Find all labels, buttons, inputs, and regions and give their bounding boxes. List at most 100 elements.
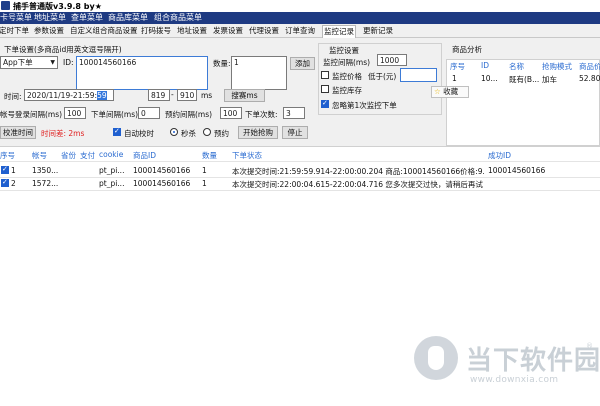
- table-cell-qty: 1: [202, 179, 207, 188]
- ms-from-input[interactable]: 819: [148, 89, 170, 101]
- grid-header-product-id[interactable]: 商品ID: [133, 150, 156, 161]
- table-cell-product-id: 100014560166: [133, 179, 191, 188]
- tab-scheduled-order[interactable]: 定时下单: [0, 25, 30, 38]
- monitor-stock-checkbox[interactable]: [321, 85, 329, 93]
- grid-header-qty[interactable]: 数量: [202, 150, 217, 161]
- ms-range-separator: -: [171, 90, 174, 99]
- tab-order-query[interactable]: 订单查询: [284, 25, 316, 38]
- start-purchase-button[interactable]: 开始抢购: [238, 126, 278, 139]
- stop-button[interactable]: 停止: [282, 126, 308, 139]
- reserve-interval-label: 预约间隔(ms): [165, 110, 213, 119]
- analysis-header-price[interactable]: 商品价: [579, 61, 600, 72]
- analysis-header-name[interactable]: 名称: [509, 61, 524, 72]
- monitor-interval-label: 监控间隔(ms): [323, 58, 371, 67]
- below-price-input[interactable]: [400, 68, 437, 82]
- auto-calibrate-checkbox[interactable]: [113, 127, 121, 136]
- ms-to-input[interactable]: 910: [177, 89, 197, 101]
- chevron-down-icon: ▼: [50, 59, 55, 66]
- tab-custom-combo[interactable]: 自定义组合商品设置: [69, 25, 139, 38]
- grid-header-success-id[interactable]: 成功ID: [488, 150, 511, 161]
- order-group-title: 下单设置(多商品id用英文逗号隔开): [4, 45, 122, 54]
- monitor-stock-label: 监控库存: [332, 86, 362, 95]
- grid-header-payment[interactable]: 支付: [80, 150, 95, 161]
- quantity-input[interactable]: 1: [231, 56, 287, 90]
- star-icon: ☆: [434, 87, 441, 96]
- menu-bar: 卡号菜单 地址菜单 查单菜单 商品库菜单 组合商品菜单: [0, 12, 600, 24]
- seckill-radio[interactable]: [170, 128, 178, 136]
- row-checkbox[interactable]: [1, 165, 9, 174]
- favorite-tooltip[interactable]: ☆ 收藏: [431, 86, 469, 98]
- analysis-cell: 52.80: [579, 74, 600, 83]
- analysis-header-index[interactable]: 序号: [450, 61, 465, 72]
- id-label: ID:: [63, 58, 74, 67]
- favorite-label: 收藏: [443, 87, 459, 96]
- add-button[interactable]: 添加: [290, 57, 315, 70]
- login-interval-input[interactable]: 100: [64, 107, 86, 119]
- watermark: 当下软件园 ® www.downxia.com: [410, 336, 600, 406]
- table-cell-product-id: 100014560166: [133, 166, 191, 175]
- row-checkbox[interactable]: [1, 178, 9, 187]
- monitor-group-title: 监控设置: [328, 45, 360, 56]
- table-cell-index: 1: [11, 166, 16, 175]
- product-id-input[interactable]: 100014560166: [76, 56, 208, 90]
- time-input[interactable]: 2020/11/19-21:59:59: [24, 89, 114, 101]
- table-cell-account: 1350...: [32, 166, 59, 175]
- table-cell-qty: 1: [202, 166, 207, 175]
- order-mode-select[interactable]: App下单 ▼: [0, 56, 58, 69]
- monitor-price-checkbox[interactable]: [321, 71, 329, 79]
- table-row-divider: [0, 190, 600, 191]
- grid-header-divider: [0, 161, 600, 162]
- menu-orders[interactable]: 查单菜单: [71, 13, 103, 23]
- reserve-interval-input[interactable]: 100: [220, 107, 242, 119]
- order-interval-input[interactable]: 0: [138, 107, 160, 119]
- order-interval-label: 下单间隔(ms): [91, 110, 139, 119]
- table-cell-status: 本次提交时间:21:59:59.914-22:00:00.204 商品:1000…: [232, 167, 484, 176]
- table-row-divider: [0, 177, 600, 178]
- menu-card[interactable]: 卡号菜单: [0, 13, 32, 23]
- table-cell-success-id: 100014560166: [488, 166, 546, 175]
- ignore-first-checkbox[interactable]: [321, 99, 329, 108]
- tab-params[interactable]: 参数设置: [33, 25, 65, 38]
- grid-header-province[interactable]: 省份: [61, 150, 76, 161]
- tab-monitor-log[interactable]: 监控记录: [322, 25, 356, 38]
- table-cell-status: 本次提交时间:22:00:04.615-22:00:04.716 您多次提交过快…: [232, 180, 483, 189]
- sync-ms-button[interactable]: 搜赛ms: [224, 89, 265, 102]
- time-seconds-selected: 59: [97, 91, 107, 100]
- ignore-first-label: 忽略第1次监控下单: [332, 101, 397, 110]
- watermark-logo-icon: [414, 336, 458, 380]
- menu-product-lib[interactable]: 商品库菜单: [108, 13, 148, 23]
- title-bar: 捕手普通版v3.9.8 by★: [0, 0, 600, 12]
- watermark-url: www.downxia.com: [470, 375, 559, 385]
- qty-label: 数量:: [213, 59, 231, 68]
- login-interval-label: 帐号登录间隔(ms): [0, 110, 63, 119]
- grid-header-cookie[interactable]: cookie: [99, 150, 123, 159]
- monitor-interval-input[interactable]: 1000: [377, 54, 407, 66]
- time-diff-label: 时间差: 2ms: [41, 129, 85, 138]
- menu-combo-product[interactable]: 组合商品菜单: [154, 13, 202, 23]
- app-icon: [1, 1, 10, 10]
- auto-calibrate-label: 自动校时: [124, 129, 154, 138]
- table-cell-index: 2: [11, 179, 16, 188]
- tab-address[interactable]: 地址设置: [176, 25, 208, 38]
- analysis-header-id[interactable]: ID: [481, 61, 489, 70]
- analysis-cell: 10...: [481, 74, 498, 83]
- calibrate-time-button[interactable]: 校准时间: [0, 126, 36, 139]
- grid-header-account[interactable]: 帐号: [32, 150, 47, 161]
- tab-update-log[interactable]: 更新记录: [362, 25, 394, 38]
- tab-captcha-dial[interactable]: 打码拨号: [140, 25, 172, 38]
- menu-address[interactable]: 地址菜单: [34, 13, 66, 23]
- grid-header-index[interactable]: 序号: [0, 150, 15, 161]
- analysis-cell: 1: [452, 74, 457, 83]
- table-cell-cookie: pt_pi...: [99, 179, 125, 188]
- grid-header-status[interactable]: 下单状态: [232, 150, 262, 161]
- reserve-radio[interactable]: [203, 128, 211, 136]
- analysis-cell: 加车: [542, 75, 557, 84]
- tab-proxy[interactable]: 代理设置: [248, 25, 280, 38]
- analysis-header-mode[interactable]: 抢购模式: [542, 61, 572, 72]
- tab-invoice[interactable]: 发票设置: [212, 25, 244, 38]
- table-cell-cookie: pt_pi...: [99, 166, 125, 175]
- analysis-group-title: 商品分析: [452, 45, 482, 54]
- order-count-input[interactable]: 3: [283, 107, 305, 119]
- table-cell-account: 1572...: [32, 179, 59, 188]
- reserve-label: 预约: [214, 129, 229, 138]
